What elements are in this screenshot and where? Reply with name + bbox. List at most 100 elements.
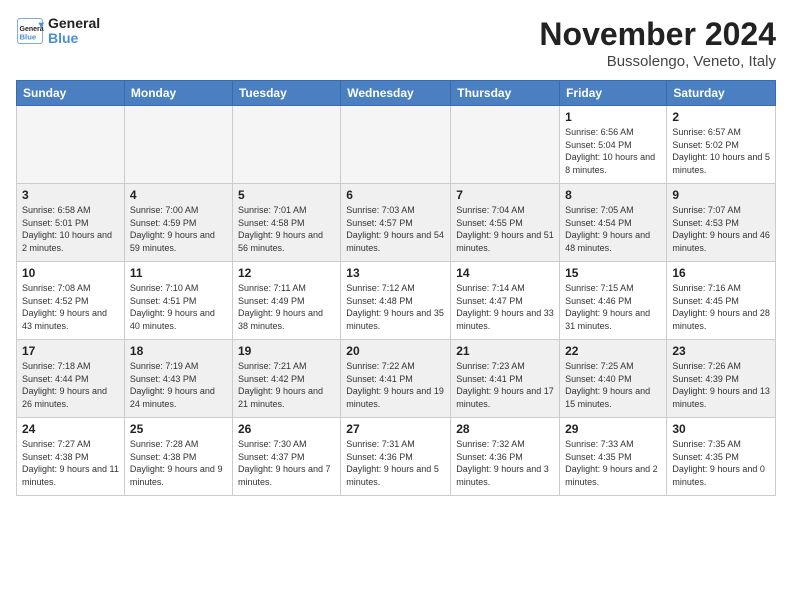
calendar-week-2: 3Sunrise: 6:58 AMSunset: 5:01 PMDaylight… (17, 184, 776, 262)
weekday-header-sunday: Sunday (17, 81, 125, 106)
day-number: 6 (346, 188, 445, 202)
weekday-header-thursday: Thursday (451, 81, 560, 106)
calendar-week-3: 10Sunrise: 7:08 AMSunset: 4:52 PMDayligh… (17, 262, 776, 340)
calendar-cell-15: 15Sunrise: 7:15 AMSunset: 4:46 PMDayligh… (560, 262, 667, 340)
day-info: Sunrise: 7:26 AMSunset: 4:39 PMDaylight:… (672, 360, 770, 410)
calendar-cell-12: 12 Sunrise: 7:11 AMSunset: 4:49 PMDayligh… (232, 262, 340, 340)
calendar-cell-18: 18 Sunrise: 7:19 AMSunset: 4:43 PMDayligh… (124, 340, 232, 418)
day-info: Sunrise: 7:03 AMSunset: 4:57 PMDaylight:… (346, 204, 445, 254)
day-info: Sunrise: 7:16 AMSunset: 4:45 PMDaylight:… (672, 282, 770, 332)
weekday-header-saturday: Saturday (667, 81, 776, 106)
day-number: 27 (346, 422, 445, 436)
calendar-week-4: 17Sunrise: 7:18 AMSunset: 4:44 PMDayligh… (17, 340, 776, 418)
day-number: 16 (672, 266, 770, 280)
day-info: Sunrise: 7:21 AMSunset: 4:42 PMDaylight:… (238, 360, 335, 410)
calendar-cell-3: 3Sunrise: 6:58 AMSunset: 5:01 PMDaylight… (17, 184, 125, 262)
day-number: 11 (130, 266, 227, 280)
logo-blue: Blue (48, 31, 100, 46)
day-number: 3 (22, 188, 119, 202)
calendar-cell-empty (232, 106, 340, 184)
day-number: 20 (346, 344, 445, 358)
calendar-week-1: 1Sunrise: 6:56 AMSunset: 5:04 PMDaylight… (17, 106, 776, 184)
calendar-cell-14: 14 Sunrise: 7:14 AMSunset: 4:47 PMDayligh… (451, 262, 560, 340)
calendar-cell-4: 4 Sunrise: 7:00 AMSunset: 4:59 PMDaylight… (124, 184, 232, 262)
page: General Blue General Blue November 2024 … (0, 0, 792, 612)
calendar-cell-28: 28Sunrise: 7:32 AMSunset: 4:36 PMDayligh… (451, 418, 560, 496)
day-info: Sunrise: 7:15 AMSunset: 4:46 PMDaylight:… (565, 282, 661, 332)
day-number: 12 (238, 266, 335, 280)
calendar-cell-25: 25 Sunrise: 7:28 AMSunset: 4:38 PMDayligh… (124, 418, 232, 496)
day-number: 4 (130, 188, 227, 202)
calendar-cell-2: 2Sunrise: 6:57 AMSunset: 5:02 PMDaylight… (667, 106, 776, 184)
calendar-cell-24: 24 Sunrise: 7:27 AMSunset: 4:38 PMDayligh… (17, 418, 125, 496)
day-number: 5 (238, 188, 335, 202)
day-info: Sunrise: 7:07 AMSunset: 4:53 PMDaylight:… (672, 204, 770, 254)
calendar-cell-7: 7 Sunrise: 7:04 AMSunset: 4:55 PMDaylight… (451, 184, 560, 262)
day-info: Sunrise: 7:27 AMSunset: 4:38 PMDaylight:… (22, 438, 119, 488)
day-number: 28 (456, 422, 554, 436)
day-number: 25 (130, 422, 227, 436)
calendar-cell-27: 27 Sunrise: 7:31 AMSunset: 4:36 PMDayligh… (341, 418, 451, 496)
day-number: 29 (565, 422, 661, 436)
calendar-cell-8: 8 Sunrise: 7:05 AMSunset: 4:54 PMDaylight… (560, 184, 667, 262)
logo-general: General (48, 16, 100, 31)
day-number: 22 (565, 344, 661, 358)
calendar-cell-11: 11 Sunrise: 7:10 AMSunset: 4:51 PMDayligh… (124, 262, 232, 340)
calendar-cell-17: 17Sunrise: 7:18 AMSunset: 4:44 PMDayligh… (17, 340, 125, 418)
calendar-cell-21: 21Sunrise: 7:23 AMSunset: 4:41 PMDayligh… (451, 340, 560, 418)
svg-text:Blue: Blue (20, 33, 37, 42)
day-number: 21 (456, 344, 554, 358)
day-info: Sunrise: 7:05 AMSunset: 4:54 PMDaylight:… (565, 204, 661, 254)
calendar-cell-30: 30 Sunrise: 7:35 AMSunset: 4:35 PMDayligh… (667, 418, 776, 496)
day-number: 14 (456, 266, 554, 280)
day-info: Sunrise: 7:19 AMSunset: 4:43 PMDaylight:… (130, 360, 227, 410)
day-number: 7 (456, 188, 554, 202)
day-info: Sunrise: 7:30 AMSunset: 4:37 PMDaylight:… (238, 438, 335, 488)
calendar-cell-10: 10Sunrise: 7:08 AMSunset: 4:52 PMDayligh… (17, 262, 125, 340)
day-info: Sunrise: 7:25 AMSunset: 4:40 PMDaylight:… (565, 360, 661, 410)
day-number: 30 (672, 422, 770, 436)
header: General Blue General Blue November 2024 … (16, 16, 776, 70)
day-info: Sunrise: 7:04 AMSunset: 4:55 PMDaylight:… (456, 204, 554, 254)
calendar-cell-empty (17, 106, 125, 184)
day-info: Sunrise: 7:14 AMSunset: 4:47 PMDaylight:… (456, 282, 554, 332)
calendar-cell-16: 16 Sunrise: 7:16 AMSunset: 4:45 PMDayligh… (667, 262, 776, 340)
day-info: Sunrise: 7:35 AMSunset: 4:35 PMDaylight:… (672, 438, 770, 488)
calendar-cell-1: 1Sunrise: 6:56 AMSunset: 5:04 PMDaylight… (560, 106, 667, 184)
day-number: 8 (565, 188, 661, 202)
day-info: Sunrise: 7:01 AMSunset: 4:58 PMDaylight:… (238, 204, 335, 254)
day-info: Sunrise: 7:11 AMSunset: 4:49 PMDaylight:… (238, 282, 335, 332)
calendar-cell-9: 9 Sunrise: 7:07 AMSunset: 4:53 PMDaylight… (667, 184, 776, 262)
weekday-header-monday: Monday (124, 81, 232, 106)
month-title: November 2024 (539, 16, 776, 53)
day-number: 10 (22, 266, 119, 280)
logo: General Blue General Blue (16, 16, 100, 47)
day-info: Sunrise: 6:57 AMSunset: 5:02 PMDaylight:… (672, 126, 770, 176)
calendar-cell-20: 20 Sunrise: 7:22 AMSunset: 4:41 PMDayligh… (341, 340, 451, 418)
calendar-cell-19: 19 Sunrise: 7:21 AMSunset: 4:42 PMDayligh… (232, 340, 340, 418)
day-info: Sunrise: 6:56 AMSunset: 5:04 PMDaylight:… (565, 126, 661, 176)
calendar-cell-22: 22 Sunrise: 7:25 AMSunset: 4:40 PMDayligh… (560, 340, 667, 418)
day-info: Sunrise: 7:00 AMSunset: 4:59 PMDaylight:… (130, 204, 227, 254)
day-info: Sunrise: 7:10 AMSunset: 4:51 PMDaylight:… (130, 282, 227, 332)
day-number: 19 (238, 344, 335, 358)
day-number: 9 (672, 188, 770, 202)
day-info: Sunrise: 7:12 AMSunset: 4:48 PMDaylight:… (346, 282, 445, 332)
calendar-week-5: 24 Sunrise: 7:27 AMSunset: 4:38 PMDayligh… (17, 418, 776, 496)
calendar-cell-5: 5 Sunrise: 7:01 AMSunset: 4:58 PMDaylight… (232, 184, 340, 262)
day-info: Sunrise: 7:31 AMSunset: 4:36 PMDaylight:… (346, 438, 445, 488)
calendar-cell-6: 6 Sunrise: 7:03 AMSunset: 4:57 PMDaylight… (341, 184, 451, 262)
day-number: 18 (130, 344, 227, 358)
day-info: Sunrise: 7:22 AMSunset: 4:41 PMDaylight:… (346, 360, 445, 410)
title-block: November 2024 Bussolengo, Veneto, Italy (539, 16, 776, 70)
calendar-table: SundayMondayTuesdayWednesdayThursdayFrid… (16, 80, 776, 496)
calendar-cell-23: 23 Sunrise: 7:26 AMSunset: 4:39 PMDayligh… (667, 340, 776, 418)
calendar-cell-empty (124, 106, 232, 184)
day-number: 23 (672, 344, 770, 358)
weekday-header-friday: Friday (560, 81, 667, 106)
day-number: 24 (22, 422, 119, 436)
location: Bussolengo, Veneto, Italy (539, 53, 776, 70)
calendar-cell-empty (451, 106, 560, 184)
day-info: Sunrise: 7:28 AMSunset: 4:38 PMDaylight:… (130, 438, 227, 488)
weekday-header-row: SundayMondayTuesdayWednesdayThursdayFrid… (17, 81, 776, 106)
